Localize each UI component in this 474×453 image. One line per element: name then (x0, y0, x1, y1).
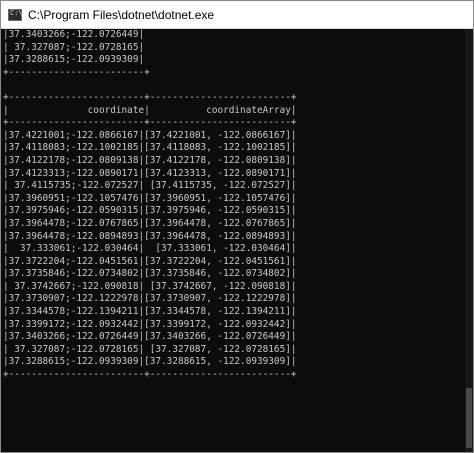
console-line: +------------------------+--------------… (3, 369, 297, 381)
console-line: |37.3399172;-122.0932442|[37.3399172, -1… (3, 318, 297, 330)
console-line: +------------------------+--------------… (3, 91, 297, 103)
console-text: |37.3403266;-122.0726449| | 37.327087;-12… (3, 29, 465, 382)
console-line: | 37.327087;-122.0728165| (3, 41, 145, 53)
console-line: +------------------------+ (3, 66, 150, 78)
console-line: |37.3288615;-122.0939309|[37.3288615, -1… (3, 356, 297, 368)
console-line: | 37.4115735;-122.072527| [37.4115735, -… (3, 180, 297, 192)
console-app-icon (8, 8, 23, 21)
console-window: C:\Program Files\dotnet\dotnet.exe |37.3… (0, 0, 474, 453)
console-line: |37.3735846;-122.0734802|[37.3735846, -1… (3, 268, 297, 280)
console-line: | 37.3742667;-122.090818| [37.3742667, -… (3, 280, 297, 292)
console-line: |37.3964478;-122.0894893|[37.3964478, -1… (3, 230, 297, 242)
console-line: | coordinate| coordinateArray| (3, 104, 297, 116)
console-line: |37.4123313;-122.0890171|[37.4123313, -1… (3, 167, 297, 179)
scroll-thumb[interactable] (466, 388, 472, 448)
console-line: | 37.333061;-122.030464| [37.333061, -12… (3, 243, 297, 255)
console-line: |37.3975946;-122.0590315|[37.3975946, -1… (3, 205, 297, 217)
console-line: |37.4122178;-122.0809138|[37.4122178, -1… (3, 154, 297, 166)
console-line: |37.3964478;-122.0767865|[37.3964478, -1… (3, 217, 297, 229)
console-line: |37.3730907;-122.1222978|[37.3730907, -1… (3, 293, 297, 305)
console-output[interactable]: |37.3403266;-122.0726449| | 37.327087;-12… (1, 29, 465, 452)
console-line: |37.3403266;-122.0726449| (3, 29, 145, 40)
window-title: C:\Program Files\dotnet\dotnet.exe (28, 7, 215, 22)
console-line: |37.3344578;-122.1394211|[37.3344578, -1… (3, 306, 297, 318)
console-line: |37.4118083;-122.1002185|[37.4118083, -1… (3, 142, 297, 154)
console-line: |37.3960951;-122.1057476|[37.3960951, -1… (3, 192, 297, 204)
console-line: |37.3403266;-122.0726449|[37.3403266, -1… (3, 331, 297, 343)
console-line: |37.3288615;-122.0939309| (3, 54, 145, 66)
console-line: | 37.327087;-122.0728165| [37.327087, -1… (3, 343, 297, 355)
console-line: |37.3722204;-122.0451561|[37.3722204, -1… (3, 255, 297, 267)
console-line: |37.4221001;-122.0866167|[37.4221001, -1… (3, 129, 297, 141)
vertical-scrollbar[interactable] (465, 29, 473, 452)
title-bar[interactable]: C:\Program Files\dotnet\dotnet.exe (1, 1, 473, 29)
console-line: +------------------------+--------------… (3, 117, 297, 129)
